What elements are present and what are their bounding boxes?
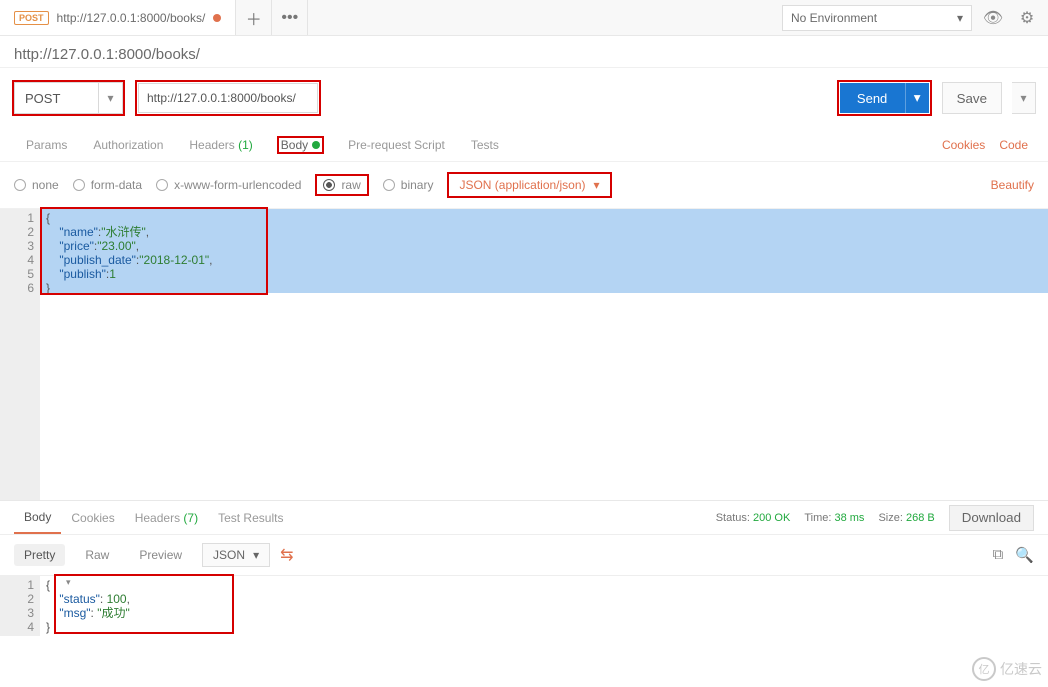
resp-tab-body[interactable]: Body xyxy=(14,502,61,534)
request-tabs: Params Authorization Headers (1) Body Pr… xyxy=(0,128,1048,162)
wrap-lines-icon[interactable]: ⇆ xyxy=(280,545,293,565)
chevron-down-icon: ▾ xyxy=(594,178,600,192)
response-format-select[interactable]: JSON ▾ xyxy=(202,543,270,567)
editor-gutter: 1234 xyxy=(0,576,40,636)
send-button[interactable]: Send xyxy=(840,83,905,113)
new-tab-button[interactable]: ＋ xyxy=(236,0,272,35)
code-link[interactable]: Code xyxy=(993,138,1034,152)
unsaved-dot-icon xyxy=(213,14,221,22)
request-tab[interactable]: POST http://127.0.0.1:8000/books/ xyxy=(0,0,236,35)
tab-method-badge: POST xyxy=(14,11,49,25)
settings-icon[interactable]: ⚙ xyxy=(1014,5,1040,31)
response-body-editor[interactable]: 1234 ▾ { "status": 100, "msg": "成功"} xyxy=(0,576,1048,636)
top-bar: POST http://127.0.0.1:8000/books/ ＋ ••• … xyxy=(0,0,1048,36)
request-line: POST ▾ Send ▾ Save ▾ xyxy=(0,68,1048,128)
resp-tab-test-results[interactable]: Test Results xyxy=(208,503,293,533)
environment-select[interactable]: No Environment ▾ xyxy=(782,5,972,31)
content-type-select[interactable]: JSON (application/json) ▾ xyxy=(447,172,611,198)
body-type-xwww[interactable]: x-www-form-urlencoded xyxy=(156,178,301,192)
resp-tab-headers[interactable]: Headers (7) xyxy=(125,503,208,533)
tab-body[interactable]: Body xyxy=(267,130,334,160)
body-type-none[interactable]: none xyxy=(14,178,59,192)
view-raw[interactable]: Raw xyxy=(75,544,119,566)
body-type-raw[interactable]: raw xyxy=(323,178,360,192)
request-header: http://127.0.0.1:8000/books/ xyxy=(0,36,1048,68)
request-body-editor[interactable]: 123456 { "name":"水浒传", "price":"23.00", … xyxy=(0,209,1048,501)
environment-quicklook-icon[interactable]: 👁 xyxy=(980,5,1006,31)
chevron-down-icon: ▾ xyxy=(253,548,259,562)
beautify-link[interactable]: Beautify xyxy=(991,178,1034,192)
body-type-binary[interactable]: binary xyxy=(383,178,434,192)
tab-headers[interactable]: Headers (1) xyxy=(177,130,264,160)
tab-title: http://127.0.0.1:8000/books/ xyxy=(57,11,206,25)
tab-prerequest[interactable]: Pre-request Script xyxy=(336,130,457,160)
copy-icon[interactable]: ⧉ xyxy=(993,546,1004,564)
tab-overflow-button[interactable]: ••• xyxy=(272,0,308,35)
tab-authorization[interactable]: Authorization xyxy=(81,130,175,160)
cookies-link[interactable]: Cookies xyxy=(936,138,991,152)
page-title: http://127.0.0.1:8000/books/ xyxy=(14,46,1036,63)
watermark: 亿亿速云 xyxy=(972,657,1042,681)
url-input[interactable] xyxy=(138,83,318,113)
search-icon[interactable]: 🔍 xyxy=(1015,546,1034,564)
chevron-down-icon: ▾ xyxy=(957,11,963,25)
tab-params[interactable]: Params xyxy=(14,130,79,160)
tab-tests[interactable]: Tests xyxy=(459,130,511,160)
body-type-row: none form-data x-www-form-urlencoded raw… xyxy=(0,162,1048,209)
body-active-dot-icon xyxy=(312,141,320,149)
response-view-bar: Pretty Raw Preview JSON ▾ ⇆ ⧉ 🔍 xyxy=(0,535,1048,576)
save-button[interactable]: Save xyxy=(942,82,1002,114)
method-select[interactable]: POST xyxy=(14,82,99,114)
method-dropdown-arrow[interactable]: ▾ xyxy=(99,82,123,114)
view-preview[interactable]: Preview xyxy=(129,544,192,566)
download-button[interactable]: Download xyxy=(949,505,1034,531)
resp-tab-cookies[interactable]: Cookies xyxy=(61,503,124,533)
environment-label: No Environment xyxy=(791,11,877,25)
body-type-form-data[interactable]: form-data xyxy=(73,178,142,192)
response-tabs: Body Cookies Headers (7) Test Results St… xyxy=(0,501,1048,535)
send-dropdown[interactable]: ▾ xyxy=(905,83,929,113)
view-pretty[interactable]: Pretty xyxy=(14,544,65,566)
save-dropdown[interactable]: ▾ xyxy=(1012,82,1036,114)
editor-gutter: 123456 xyxy=(0,209,40,500)
